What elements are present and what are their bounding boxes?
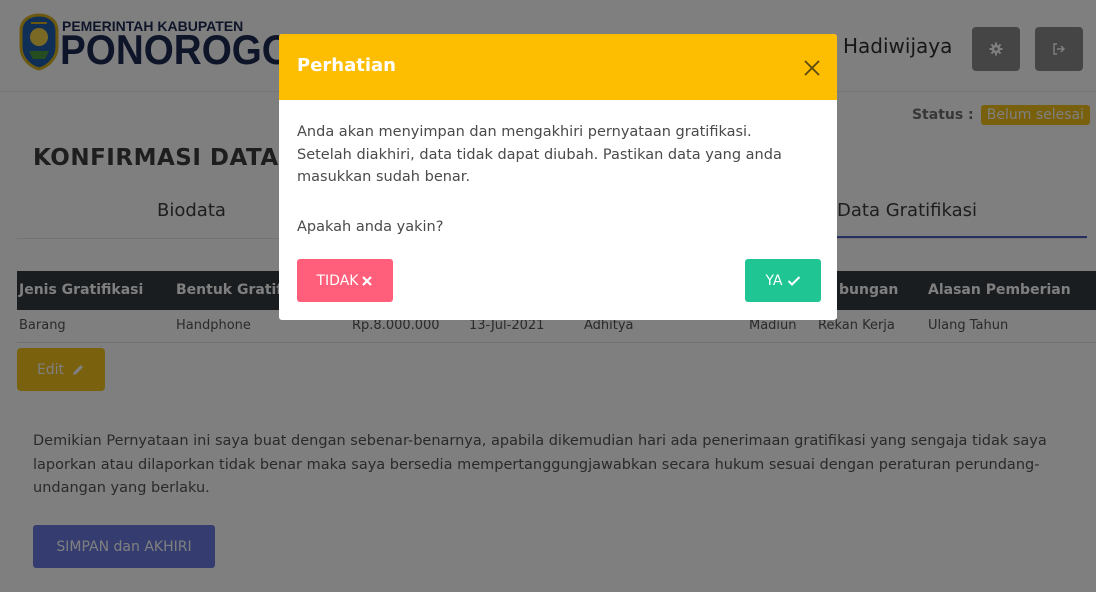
close-icon bbox=[804, 60, 820, 76]
dialog-close-button[interactable] bbox=[800, 56, 824, 80]
check-icon bbox=[787, 275, 800, 286]
yes-button[interactable]: YA bbox=[745, 259, 821, 302]
page: PEMERINTAH KABUPATEN PONOROGO Hadiwijaya bbox=[0, 0, 1096, 592]
dialog-message: Anda akan menyimpan dan mengakhiri perny… bbox=[297, 124, 782, 185]
confirm-dialog: Perhatian Anda akan menyimpan dan mengak… bbox=[279, 34, 837, 320]
dialog-question: Apakah anda yakin? bbox=[297, 219, 444, 235]
close-icon bbox=[362, 275, 373, 286]
dialog-header: Perhatian bbox=[279, 34, 837, 100]
no-button[interactable]: TIDAK bbox=[297, 259, 393, 302]
yes-button-label: YA bbox=[765, 272, 783, 289]
no-button-label: TIDAK bbox=[316, 272, 359, 289]
dialog-title: Perhatian bbox=[297, 55, 396, 76]
